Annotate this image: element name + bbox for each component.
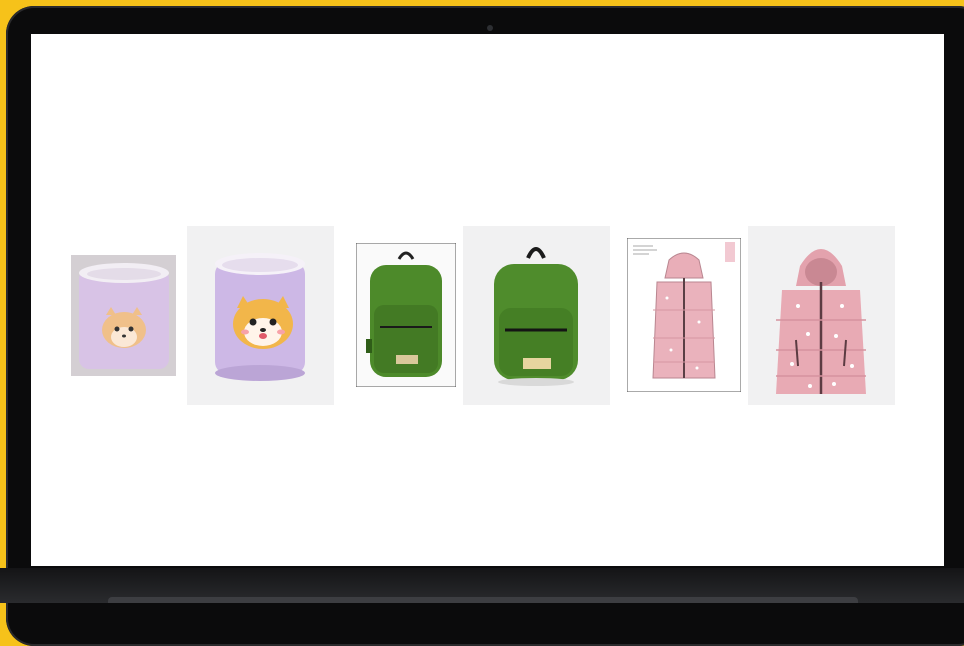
- product-image-backpack[interactable]: [463, 226, 610, 405]
- product-image-plush-cup[interactable]: [187, 226, 334, 405]
- plush-cup-sample-graphic: [71, 255, 176, 376]
- product-image-vest-techpack[interactable]: [627, 238, 741, 392]
- screen: [31, 34, 944, 566]
- camera-icon: [487, 25, 493, 31]
- product-image-plush-cup-sample[interactable]: [71, 255, 176, 376]
- backpack-graphic: [463, 226, 610, 405]
- vest-graphic: [748, 226, 895, 405]
- backpack-sample-graphic: [356, 243, 456, 387]
- plush-cup-graphic: [187, 226, 334, 405]
- product-image-vest[interactable]: [748, 226, 895, 405]
- laptop-base-lip: [108, 597, 858, 603]
- product-image-backpack-sample[interactable]: [356, 243, 456, 387]
- vest-techpack-graphic: [627, 238, 741, 392]
